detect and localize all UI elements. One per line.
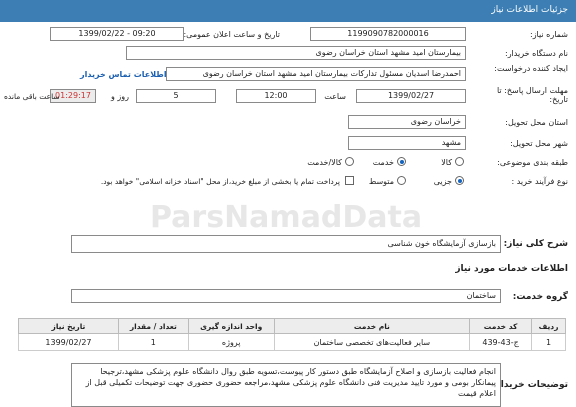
province-field: خراسان رضوی [348, 115, 466, 129]
radio-goods-label: کالا [441, 158, 452, 167]
radio-service-label: خدمت [372, 158, 394, 167]
remaining-label: ساعت باقی مانده [4, 92, 60, 101]
radio-service[interactable] [397, 157, 406, 166]
watermark: ParsNamadData [150, 200, 423, 235]
deadline-date-field: 1399/02/27 [356, 89, 466, 103]
need-number-field: 1199090782000016 [310, 27, 466, 41]
buyer-notes-field: انجام فعالیت بازسازی و اصلاح آزمایشگاه ط… [71, 363, 501, 407]
service-group-label: گروه خدمت: [512, 292, 568, 302]
col-date: تاریخ نیاز [18, 318, 119, 334]
col-qty: تعداد / مقدار [117, 318, 189, 334]
table-row: 1 ج-43-439 سایر فعالیت‌های تخصصی ساختمان… [18, 333, 566, 351]
creator-field: احمدرضا اسدیان مسئول تدارکات بیمارستان ا… [166, 67, 466, 81]
need-number-label: شماره نیاز: [530, 30, 568, 39]
buyer-contact-link[interactable]: اطلاعات تماس خریدار [80, 70, 167, 79]
cell-unit: پروژه [187, 333, 275, 351]
province-label: استان محل تحویل: [505, 118, 568, 127]
page-header: جزئیات اطلاعات نیاز [0, 0, 576, 22]
services-table: ردیف کد خدمت نام خدمت واحد اندازه گیری ت… [18, 318, 566, 351]
cell-row: 1 [531, 333, 566, 351]
city-field: مشهد [348, 136, 466, 150]
col-row: ردیف [531, 318, 566, 334]
cell-qty: 1 [117, 333, 189, 351]
city-label: شهر محل تحویل: [510, 139, 568, 148]
announce-field: 1399/02/22 - 09:20 [50, 27, 184, 41]
days-label: روز و [111, 92, 129, 101]
process-label: نوع فرآیند خرید : [511, 177, 568, 186]
col-name: نام خدمت [273, 318, 471, 334]
summary-field: بازسازی آزمایشگاه خون شناسی [71, 235, 501, 253]
deadline-time-field: 12:00 [236, 89, 316, 103]
creator-label-text: ایجاد کننده درخواست: [494, 64, 568, 73]
col-code: کد خدمت [469, 318, 533, 334]
cell-date: 1399/02/27 [18, 333, 119, 351]
radio-minor-label: جزیی [433, 177, 452, 186]
cell-name: سایر فعالیت‌های تخصصی ساختمان [273, 333, 471, 351]
category-label: طبقه بندی موضوعی: [497, 158, 568, 167]
radio-goods[interactable] [455, 157, 464, 166]
treasury-checkbox[interactable] [345, 176, 354, 185]
service-group-field: ساختمان [71, 289, 501, 303]
radio-medium[interactable] [397, 176, 406, 185]
buyer-org-label: نام دستگاه خریدار: [505, 49, 568, 58]
radio-goods-service-label: کالا/خدمت [307, 158, 342, 167]
services-title: اطلاعات خدمات مورد نیاز [455, 264, 568, 274]
payment-note: پرداخت تمام یا بخشی از مبلغ خرید،از محل … [100, 177, 340, 186]
time-label: ساعت [324, 92, 346, 101]
radio-medium-label: متوسط [368, 177, 394, 186]
days-field: 5 [136, 89, 216, 103]
radio-minor[interactable] [455, 176, 464, 185]
buyer-org-field: بیمارستان امید مشهد استان خراسان رضوی [126, 46, 466, 60]
page-title: جزئیات اطلاعات نیاز [491, 5, 568, 15]
creator-label: ایجاد کننده درخواست: [478, 64, 568, 73]
table-header-row: ردیف کد خدمت نام خدمت واحد اندازه گیری ت… [18, 318, 566, 334]
col-unit: واحد اندازه گیری [187, 318, 275, 334]
deadline-label-text: مهلت ارسال پاسخ: تا تاریخ: [496, 86, 568, 104]
deadline-label: مهلت ارسال پاسخ: تا تاریخ: [478, 86, 568, 104]
buyer-notes-label: توضیحات خریدار: [492, 380, 568, 390]
radio-goods-service[interactable] [345, 157, 354, 166]
summary-label: شرح کلی نیاز: [503, 239, 568, 249]
announce-label: تاریخ و ساعت اعلان عمومی: [183, 30, 280, 39]
cell-code: ج-43-439 [469, 333, 533, 351]
